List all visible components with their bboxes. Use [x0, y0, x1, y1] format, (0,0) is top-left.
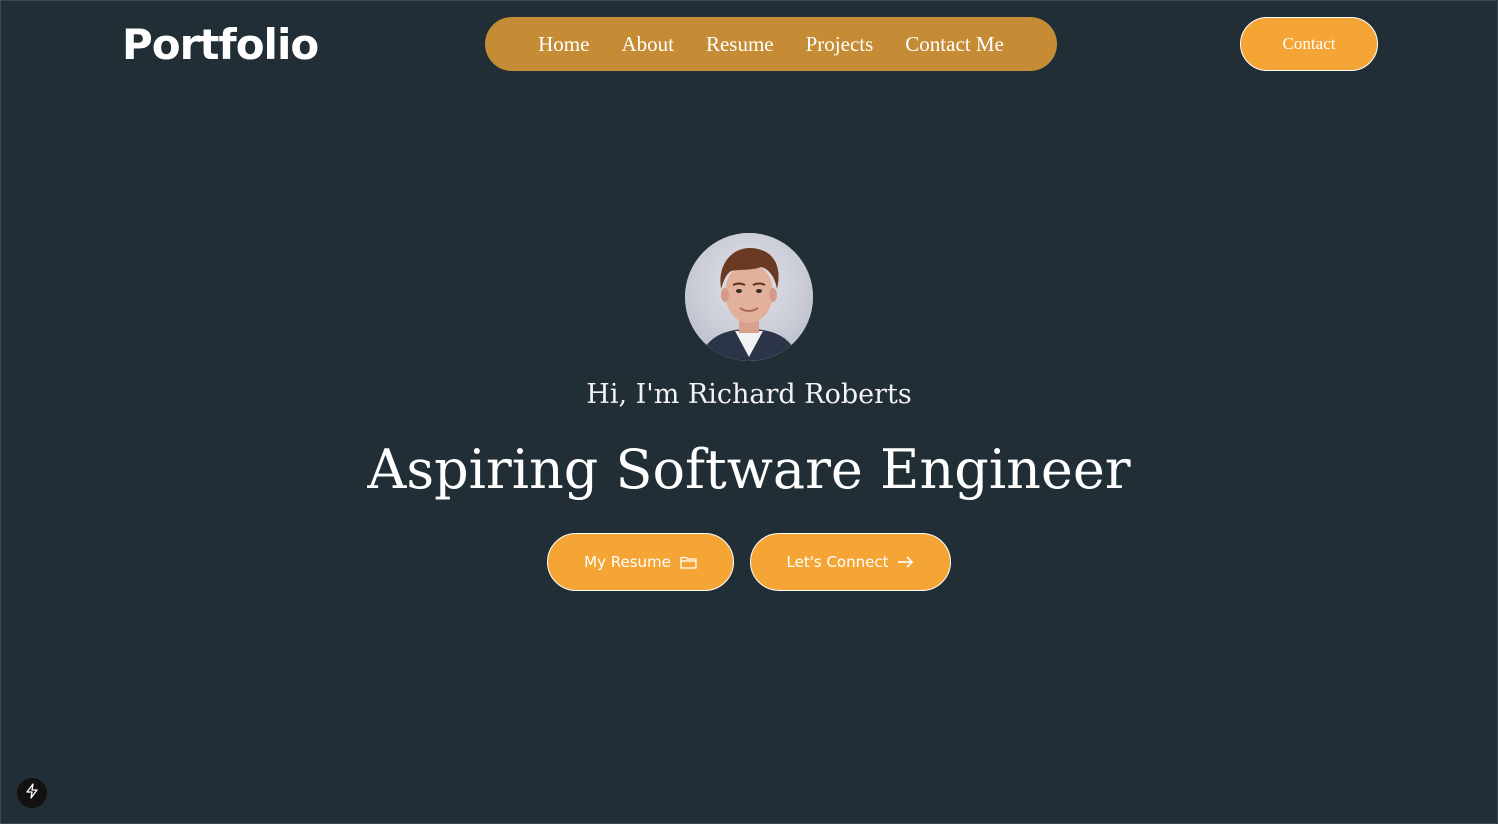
- hero-headline: Aspiring Software Engineer: [367, 438, 1131, 501]
- nav-resume[interactable]: Resume: [690, 17, 790, 71]
- my-resume-label: My Resume: [584, 553, 671, 571]
- profile-photo: [685, 233, 813, 361]
- hero-greeting: Hi, I'm Richard Roberts: [586, 379, 912, 410]
- nav-home[interactable]: Home: [522, 17, 605, 71]
- folder-icon: [680, 555, 697, 569]
- profile-avatar: [685, 233, 813, 361]
- nav-contact-me[interactable]: Contact Me: [889, 17, 1020, 71]
- my-resume-button[interactable]: My Resume: [547, 533, 734, 591]
- nav-projects[interactable]: Projects: [790, 17, 890, 71]
- nav-about[interactable]: About: [605, 17, 690, 71]
- lets-connect-label: Let's Connect: [786, 553, 889, 571]
- contact-button[interactable]: Contact: [1240, 17, 1378, 71]
- dev-tools-badge[interactable]: [17, 778, 47, 808]
- lightning-icon: [25, 783, 39, 803]
- site-logo[interactable]: Portfolio: [122, 20, 319, 70]
- lets-connect-button[interactable]: Let's Connect: [750, 533, 951, 591]
- main-nav: Home About Resume Projects Contact Me: [485, 17, 1057, 71]
- arrow-right-icon: [897, 555, 914, 569]
